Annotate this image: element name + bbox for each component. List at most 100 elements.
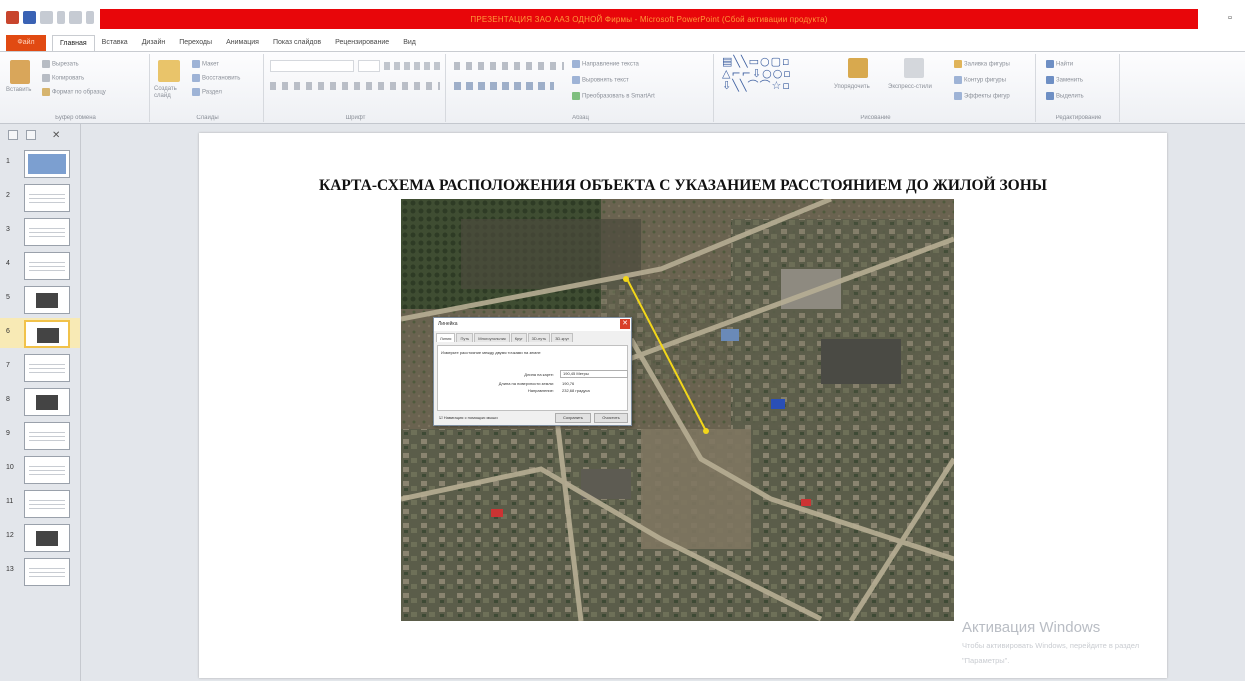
new-slide-button[interactable]: Создать слайд [154, 86, 186, 100]
reset-label: Восстановить [202, 75, 241, 82]
tab-file[interactable]: Файл [6, 35, 46, 51]
quick-styles-icon[interactable] [904, 58, 924, 78]
tab-view[interactable]: Вид [396, 35, 423, 51]
font-group-label: Шрифт [345, 115, 366, 121]
slides-tab-icon[interactable] [8, 130, 18, 140]
align-buttons[interactable] [454, 82, 554, 90]
ruler-dialog-titlebar[interactable]: Линейка ✕ [434, 318, 631, 331]
slide-thumbnail[interactable]: 6 [0, 318, 80, 348]
cut-button[interactable]: Вырезать [42, 60, 79, 68]
slide-thumbnail[interactable]: 4 [0, 250, 80, 280]
slide-thumbnail-preview [24, 388, 70, 416]
ruler-instruction: Измерьте расстояние между двумя точками … [441, 350, 541, 355]
tab-animations[interactable]: Анимация [219, 35, 266, 51]
tab-home[interactable]: Главная [52, 35, 95, 51]
tab-3d-path[interactable]: 3D-путь [527, 333, 551, 342]
slide-thumbnail[interactable]: 7 [0, 352, 80, 382]
tab-path[interactable]: Путь [456, 333, 474, 342]
section-button[interactable]: Раздел [192, 88, 222, 96]
format-painter-button[interactable]: Формат по образцу [42, 88, 106, 96]
close-icon[interactable]: ✕ [52, 130, 60, 141]
align-text-button[interactable]: Выровнять текст [572, 76, 629, 84]
arrange-icon[interactable] [848, 58, 868, 78]
shape-effects-button[interactable]: Эффекты фигур [954, 92, 1010, 100]
outline-tab-icon[interactable] [26, 130, 36, 140]
slide-thumbnail[interactable]: 3 [0, 216, 80, 246]
layout-icon [192, 60, 200, 68]
shape-outline-label: Контур фигуры [964, 77, 1006, 84]
redo-icon[interactable] [69, 10, 82, 24]
mouse-navigation-label: Навигация с помощью мыши [443, 415, 498, 420]
editing-group-label: Редактирование [1055, 115, 1102, 121]
tab-transitions[interactable]: Переходы [172, 35, 219, 51]
tab-insert[interactable]: Вставка [95, 35, 135, 51]
new-slide-icon[interactable] [158, 60, 180, 82]
title-bar: ПРЕЗЕНТАЦИЯ ЗАО ААЗ ОДНОЙ Фирмы - Micros… [0, 0, 1245, 34]
tab-3d-circle[interactable]: 3D-круг [551, 333, 574, 342]
layout-button[interactable]: Макет [192, 60, 219, 68]
mouse-navigation-checkbox[interactable]: ☑ Навигация с помощью мыши [439, 415, 498, 420]
font-size-select[interactable] [358, 60, 380, 72]
replace-button[interactable]: Заменить [1046, 76, 1083, 84]
save-button[interactable]: Сохранить [555, 413, 591, 423]
smartart-icon [572, 92, 580, 100]
undo-icon[interactable] [40, 10, 53, 24]
thumbnail-content [29, 463, 65, 477]
font-size-buttons[interactable] [384, 62, 442, 70]
copy-button[interactable]: Копировать [42, 74, 84, 82]
select-button[interactable]: Выделить [1046, 92, 1084, 100]
slide-thumbnail[interactable]: 5 [0, 284, 80, 314]
cut-label: Вырезать [52, 61, 79, 68]
dropdown-icon[interactable] [57, 10, 65, 24]
format-painter-label: Формат по образцу [52, 89, 106, 96]
tab-design[interactable]: Дизайн [135, 35, 173, 51]
paste-icon[interactable] [10, 60, 30, 84]
thumbnail-content [29, 191, 65, 205]
text-direction-button[interactable]: Направление текста [572, 60, 639, 68]
slide-thumbnail[interactable]: 9 [0, 420, 80, 450]
slide-canvas[interactable]: КАРТА-СХЕМА РАСПОЛОЖЕНИЯ ОБЪЕКТА С УКАЗА… [199, 133, 1167, 678]
align-text-icon [572, 76, 580, 84]
tab-review[interactable]: Рецензирование [328, 35, 396, 51]
scissors-icon [42, 60, 50, 68]
font-name-select[interactable] [270, 60, 354, 72]
smartart-button[interactable]: Преобразовать в SmartArt [572, 92, 655, 100]
slide-number: 5 [6, 294, 10, 301]
quick-styles-button[interactable]: Экспресс-стили [888, 84, 932, 90]
slide-thumbnail[interactable]: 12 [0, 522, 80, 552]
tab-polygon[interactable]: Многоугольник [474, 333, 510, 342]
arrange-button[interactable]: Упорядочить [834, 84, 870, 90]
tab-circle[interactable]: Круг [510, 333, 527, 342]
app-logo-icon[interactable] [6, 10, 19, 24]
shape-outline-button[interactable]: Контур фигуры [954, 76, 1006, 84]
slide-thumbnail[interactable]: 2 [0, 182, 80, 212]
paste-button[interactable]: Вставить [6, 87, 31, 93]
heading-value: 232,68 градуса [562, 388, 590, 393]
ruler-dialog-footer: ☑ Навигация с помощью мыши Сохранить Очи… [437, 413, 628, 423]
restore-icon[interactable]: ▫ [1223, 11, 1237, 25]
slide-thumbnail[interactable]: 13 [0, 556, 80, 586]
slide-thumbnail[interactable]: 11 [0, 488, 80, 518]
panel-tabs: ✕ [4, 128, 78, 142]
list-buttons[interactable] [454, 62, 564, 70]
clear-button[interactable]: Очистить [594, 413, 628, 423]
tab-slideshow[interactable]: Показ слайдов [266, 35, 328, 51]
font-format-buttons[interactable] [270, 82, 440, 90]
paragraph-group: Направление текста Выровнять текст Преоб… [448, 54, 714, 122]
slide-thumbnail[interactable]: 10 [0, 454, 80, 484]
shape-fill-button[interactable]: Заливка фигуры [954, 60, 1010, 68]
save-icon[interactable] [23, 10, 36, 24]
reset-button[interactable]: Восстановить [192, 74, 240, 82]
layout-label: Макет [202, 61, 219, 68]
close-icon[interactable]: ✕ [620, 319, 630, 329]
slide-thumbnail[interactable]: 8 [0, 386, 80, 416]
slide-number: 12 [6, 532, 14, 539]
shapes-gallery[interactable]: ▤╲╲▭○▢▫ △⌐⌐⇩○○▫ ⇩╲╲⌒⌒☆▫ [722, 56, 792, 92]
map-length-value[interactable]: 190,45 Метры [560, 370, 628, 378]
slide-thumbnail[interactable]: 1 [0, 148, 80, 178]
tab-line[interactable]: Линия [436, 333, 456, 342]
fill-icon [954, 60, 962, 68]
slide-title[interactable]: КАРТА-СХЕМА РАСПОЛОЖЕНИЯ ОБЪЕКТА С УКАЗА… [199, 177, 1167, 195]
customize-qat-icon[interactable] [86, 10, 94, 24]
find-button[interactable]: Найти [1046, 60, 1073, 68]
